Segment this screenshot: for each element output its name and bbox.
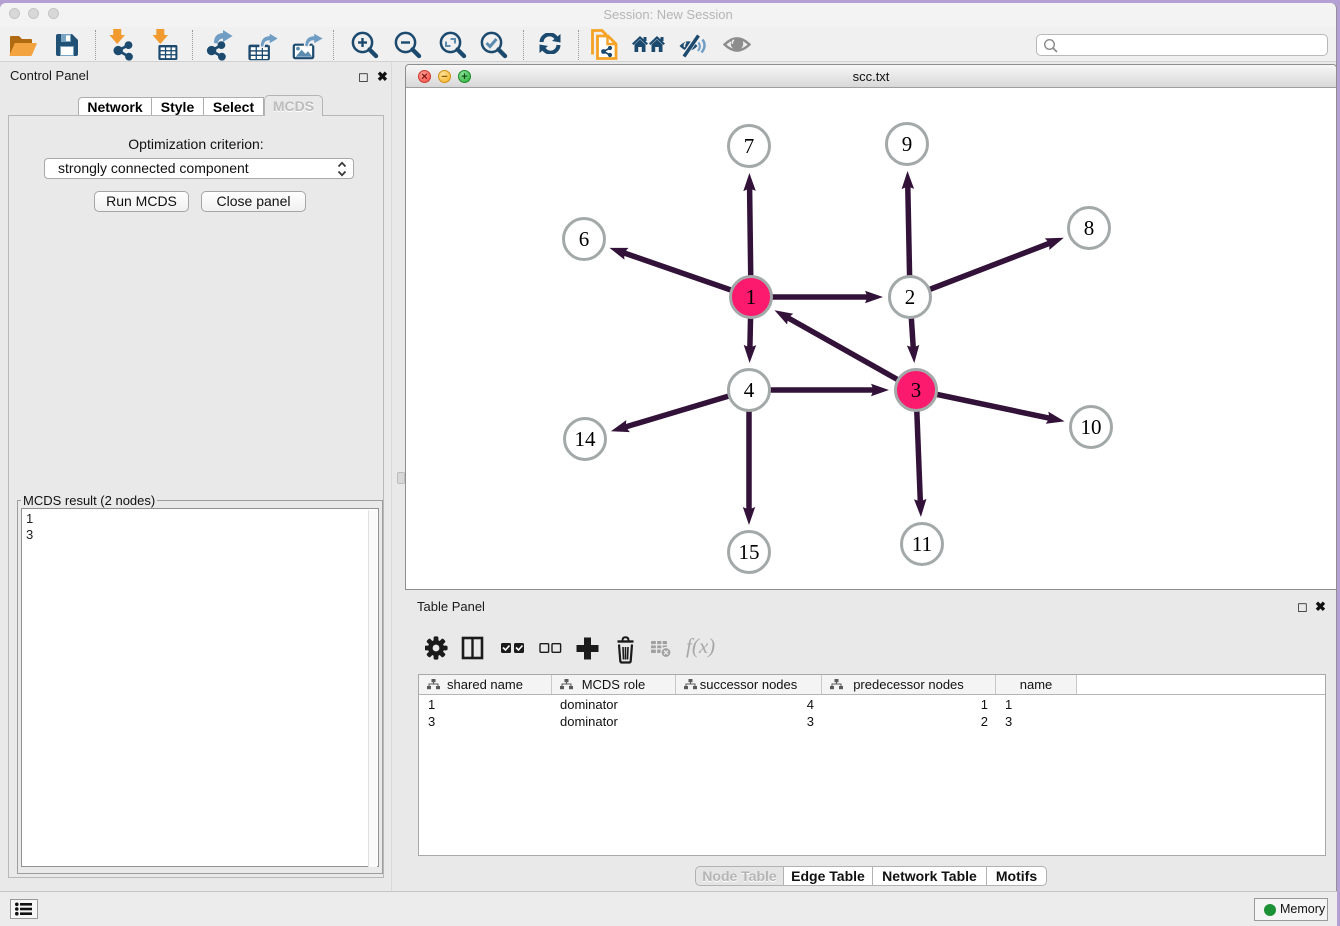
svg-text:9: 9: [902, 132, 913, 156]
svg-text:11: 11: [912, 532, 932, 556]
svg-text:14: 14: [575, 427, 597, 451]
svg-text:7: 7: [744, 134, 755, 158]
svg-text:4: 4: [744, 378, 755, 402]
svg-text:15: 15: [739, 540, 760, 564]
svg-text:2: 2: [905, 285, 916, 309]
svg-text:3: 3: [911, 378, 922, 402]
svg-text:8: 8: [1084, 216, 1095, 240]
svg-text:6: 6: [579, 227, 590, 251]
svg-text:1: 1: [746, 285, 757, 309]
svg-text:10: 10: [1081, 415, 1102, 439]
